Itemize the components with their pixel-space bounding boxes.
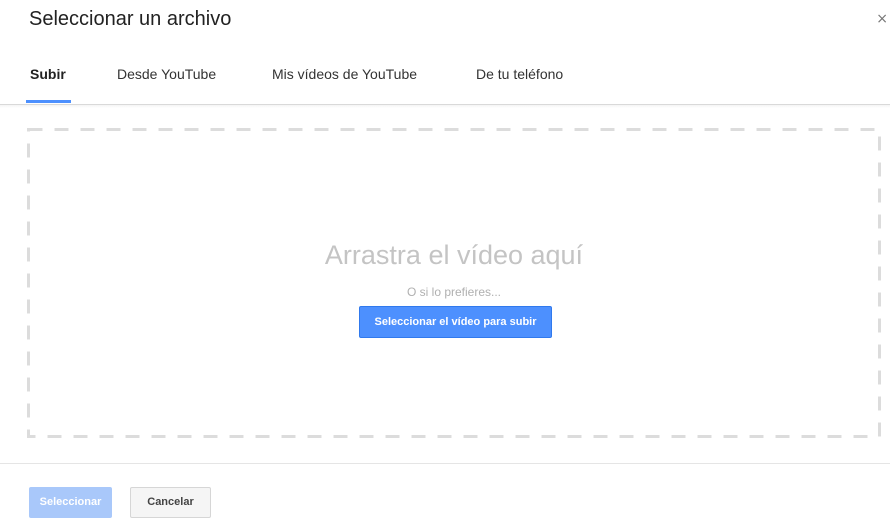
tab-de-tu-telefono[interactable]: De tu teléfono <box>476 66 563 82</box>
drop-zone-dashed-border <box>27 128 881 438</box>
tab-subir[interactable]: Subir <box>30 66 66 82</box>
drop-zone[interactable]: Arrastra el vídeo aquí O si lo prefieres… <box>27 128 881 438</box>
tab-bar-shadow <box>0 104 890 108</box>
cancel-button[interactable]: Cancelar <box>130 487 211 518</box>
tab-bar: Subir Desde YouTube Mis vídeos de YouTub… <box>0 56 890 105</box>
drop-zone-subtitle: O si lo prefieres... <box>406 285 502 299</box>
active-tab-indicator <box>26 100 71 103</box>
footer-divider <box>0 463 890 464</box>
close-icon[interactable]: × <box>876 11 888 27</box>
dialog-title: Seleccionar un archivo <box>29 8 232 30</box>
select-button[interactable]: Seleccionar <box>29 487 112 518</box>
tab-desde-youtube[interactable]: Desde YouTube <box>117 66 216 82</box>
select-video-button[interactable]: Seleccionar el vídeo para subir <box>359 306 552 338</box>
tab-mis-videos-youtube[interactable]: Mis vídeos de YouTube <box>272 66 417 82</box>
drop-zone-title: Arrastra el vídeo aquí <box>324 240 584 270</box>
